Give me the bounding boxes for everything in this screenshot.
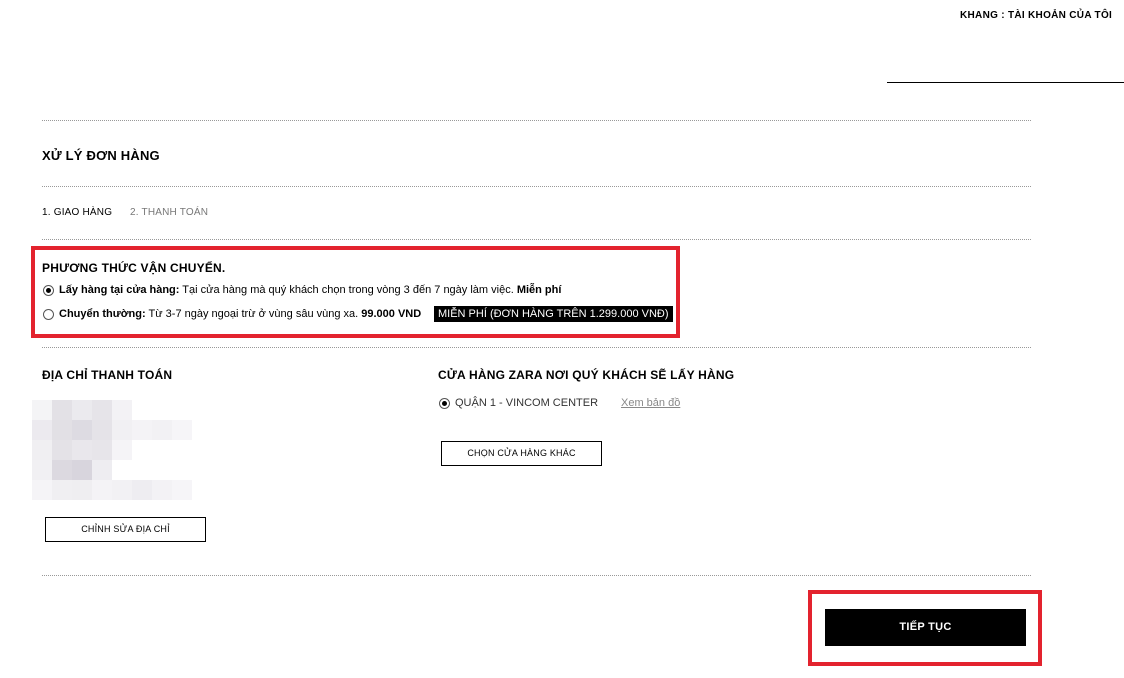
header-underline bbox=[887, 82, 1124, 83]
radio-store-selected[interactable] bbox=[439, 398, 450, 409]
option-standard-price: 99.000 VND bbox=[361, 308, 422, 320]
step-shipping[interactable]: 1. GIAO HÀNG bbox=[42, 207, 112, 218]
account-link[interactable]: KHANG : TÀI KHOẢN CỦA TÔI bbox=[960, 10, 1112, 21]
option-standard-desc: Từ 3-7 ngày ngoại trừ ở vùng sâu vùng xa… bbox=[145, 308, 362, 320]
billing-address-title: ĐỊA CHỈ THANH TOÁN bbox=[42, 368, 173, 382]
option-store-pickup-price: Miễn phí bbox=[516, 284, 562, 296]
view-map-link[interactable]: Xem bản đồ bbox=[621, 397, 680, 409]
choose-other-store-button[interactable]: CHỌN CỬA HÀNG KHÁC bbox=[441, 441, 602, 466]
step-payment[interactable]: 2. THANH TOÁN bbox=[130, 207, 208, 218]
billing-address-redacted bbox=[32, 400, 192, 500]
radio-store-pickup[interactable] bbox=[43, 285, 54, 296]
radio-standard-delivery[interactable] bbox=[43, 309, 54, 320]
divider bbox=[42, 239, 1031, 240]
option-standard-name: Chuyển thường: bbox=[59, 308, 146, 320]
option-standard-delivery[interactable]: Chuyển thường: Từ 3-7 ngày ngoại trừ ở v… bbox=[59, 308, 421, 320]
divider bbox=[42, 347, 1031, 348]
shipping-method-title: PHƯƠNG THỨC VẬN CHUYỂN. bbox=[42, 261, 226, 275]
selected-store-name[interactable]: QUẬN 1 - VINCOM CENTER bbox=[455, 397, 598, 409]
edit-address-button[interactable]: CHỈNH SỬA ĐỊA CHỈ bbox=[45, 517, 206, 542]
divider bbox=[42, 120, 1031, 121]
continue-button[interactable]: TIẾP TỤC bbox=[825, 609, 1026, 646]
option-store-pickup-name: Lấy hàng tại cửa hàng: bbox=[59, 284, 180, 296]
option-store-pickup-desc: Tại cửa hàng mà quý khách chọn trong vòn… bbox=[179, 284, 517, 296]
divider bbox=[42, 186, 1031, 187]
divider bbox=[42, 575, 1031, 576]
pickup-store-title: CỬA HÀNG ZARA NƠI QUÝ KHÁCH SẼ LẤY HÀNG bbox=[438, 368, 735, 382]
page-title: XỬ LÝ ĐƠN HÀNG bbox=[42, 148, 160, 163]
option-store-pickup[interactable]: Lấy hàng tại cửa hàng: Tại cửa hàng mà q… bbox=[59, 284, 561, 296]
free-shipping-badge: MIỄN PHÍ (ĐƠN HÀNG TRÊN 1.299.000 VNĐ) bbox=[434, 306, 673, 322]
